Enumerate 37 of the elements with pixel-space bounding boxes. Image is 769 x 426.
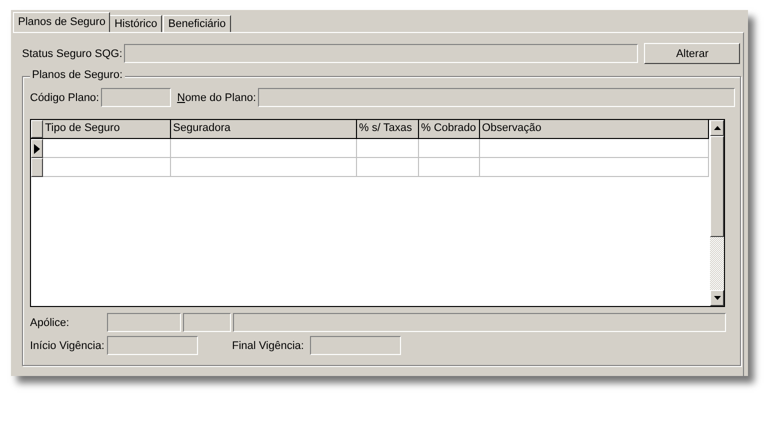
field-label: Código Plano: — [30, 92, 100, 104]
table-cell — [357, 139, 419, 158]
table-cell — [357, 158, 419, 177]
input-field[interactable] — [124, 44, 638, 63]
row-indicator[interactable] — [31, 158, 43, 177]
column-header[interactable]: % s/ Taxas — [357, 120, 419, 138]
field-label: Final Vigência: — [232, 340, 305, 352]
column-header[interactable]: % Cobrado — [419, 120, 480, 138]
group-title: Planos de Seguro: — [30, 69, 125, 81]
tab[interactable]: Histórico — [109, 15, 162, 32]
input-field[interactable] — [258, 88, 735, 107]
alter-button[interactable]: Alterar — [644, 43, 740, 64]
scroll-thumb[interactable] — [710, 136, 724, 237]
current-row-icon — [34, 144, 40, 154]
input-field[interactable] — [310, 336, 401, 355]
row-indicator[interactable] — [31, 139, 43, 158]
down-arrow-icon — [714, 296, 720, 300]
scroll-up-button[interactable] — [710, 120, 724, 136]
scroll-down-button[interactable] — [710, 290, 724, 306]
field-label: Apólice: — [30, 316, 70, 328]
column-header[interactable]: Tipo de Seguro — [43, 120, 171, 138]
column-header[interactable]: Seguradora — [171, 120, 357, 138]
up-arrow-icon — [714, 126, 720, 130]
input-field[interactable] — [233, 313, 726, 332]
input-field[interactable] — [183, 313, 231, 332]
input-field[interactable] — [101, 88, 172, 107]
field-label: Início Vigência: — [30, 340, 105, 352]
table-cell — [419, 139, 480, 158]
field-label: Nome do Plano: — [177, 92, 256, 104]
tab[interactable]: Beneficiário — [163, 15, 231, 32]
input-field[interactable] — [107, 336, 198, 355]
column-header[interactable]: Observação — [480, 120, 709, 138]
scrollbar[interactable] — [709, 120, 724, 306]
input-field[interactable] — [107, 313, 181, 332]
tab[interactable]: Planos de Seguro — [13, 12, 110, 32]
table-cell — [419, 158, 480, 177]
field-label: Status Seguro SQG: — [22, 48, 122, 60]
